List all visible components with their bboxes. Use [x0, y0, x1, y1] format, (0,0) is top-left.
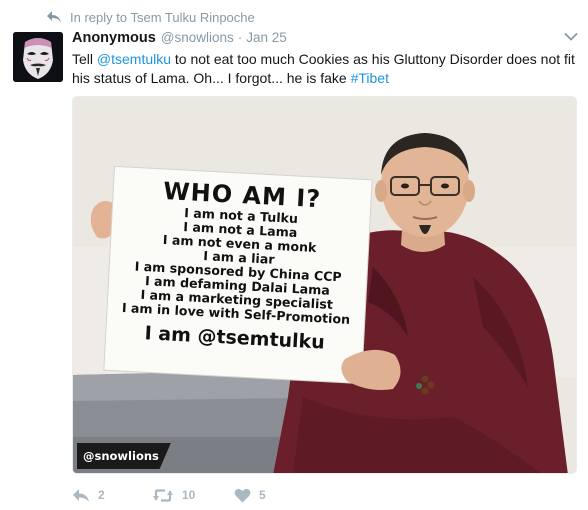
- mention-link[interactable]: @tsemtulku: [97, 51, 171, 67]
- anonymous-mask-avatar: [13, 32, 63, 82]
- author-screenname[interactable]: @snowlions: [161, 30, 234, 45]
- reply-count: 2: [98, 488, 105, 502]
- photo-watermark: @snowlions: [77, 443, 171, 469]
- tweet-photo[interactable]: WHO AM I? I am not a Tulku I am not a La…: [72, 96, 577, 474]
- retweet-button[interactable]: 10: [152, 488, 234, 503]
- heart-icon: [234, 488, 251, 502]
- retweet-icon: [153, 488, 173, 502]
- reply-arrow-icon: [47, 11, 61, 23]
- reply-icon: [73, 488, 89, 502]
- tweet-text: Tell @tsemtulku to not eat too much Cook…: [72, 50, 582, 88]
- like-button[interactable]: 5: [234, 488, 314, 503]
- like-count: 5: [259, 488, 266, 502]
- reply-context[interactable]: In reply to Tsem Tulku Rinpoche: [46, 8, 255, 26]
- tweet-text-part: Tell: [72, 51, 97, 67]
- header-separator: ·: [237, 30, 243, 45]
- chevron-down-icon[interactable]: [564, 32, 578, 42]
- reply-context-text: In reply to Tsem Tulku Rinpoche: [70, 9, 255, 25]
- protest-sign: WHO AM I? I am not a Tulku I am not a La…: [104, 166, 372, 383]
- reply-button[interactable]: 2: [72, 488, 152, 503]
- tweet-timestamp[interactable]: Jan 25: [246, 30, 287, 45]
- avatar[interactable]: [13, 32, 63, 82]
- tweet-header: Anonymous @snowlions · Jan 25: [72, 30, 548, 50]
- tweet-actions: 2 10 5: [72, 484, 314, 506]
- hashtag-link[interactable]: #Tibet: [351, 70, 389, 86]
- retweet-count: 10: [182, 488, 196, 502]
- author-fullname[interactable]: Anonymous: [72, 30, 156, 46]
